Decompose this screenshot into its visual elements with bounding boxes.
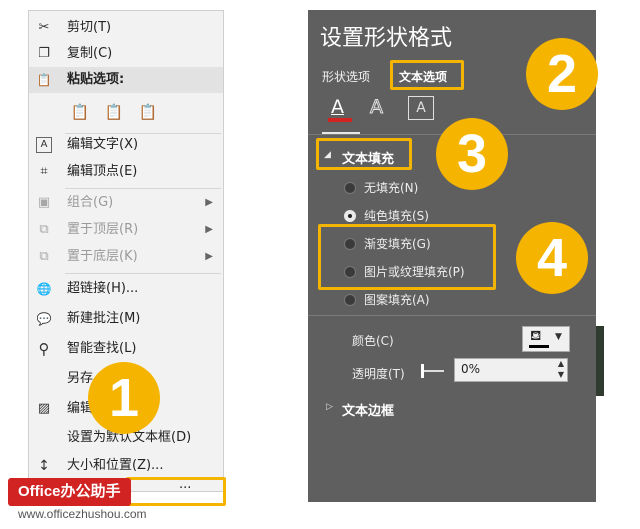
menu-item-label: 编辑文字(X) — [67, 137, 139, 152]
text-fill-outline-icon[interactable]: A — [328, 96, 352, 122]
step-badge-2: 2 — [526, 38, 598, 110]
transparency-label: 透明度(T) — [352, 367, 405, 381]
menu-item-send-to-back[interactable]: ⧉ 置于底层(K) ▶ — [29, 244, 223, 270]
transparency-slider-track[interactable] — [422, 370, 444, 372]
copy-icon: ❐ — [38, 46, 50, 61]
highlight-box-fill-options — [318, 224, 496, 290]
chevron-down-icon: ▼ — [555, 332, 562, 342]
clipboard-icon: 📋 — [36, 73, 52, 87]
menu-item-label: 置于底层(K) — [67, 249, 138, 264]
transparency-value: 0% — [461, 362, 481, 376]
submenu-arrow-icon: ▶ — [205, 251, 213, 262]
textbox-icon[interactable]: A — [408, 96, 434, 120]
radio-label: 纯色填充(S) — [364, 209, 429, 223]
menu-item-label: 编辑顶点(E) — [67, 164, 138, 179]
menu-item-copy[interactable]: ❐ 复制(C) — [29, 41, 223, 67]
transparency-input[interactable]: 0% ▲ ▼ — [454, 358, 568, 382]
paste-keep-source-icon[interactable]: 📋 — [67, 97, 93, 127]
comment-icon: 💬 — [36, 312, 52, 326]
radio-label: 图案填充(A) — [364, 293, 430, 307]
scrollbar[interactable] — [596, 326, 604, 396]
paste-picture-icon[interactable]: 📋 — [101, 97, 127, 127]
brand-logo: Office办公助手 — [8, 478, 131, 506]
highlight-box-text-fill — [316, 138, 412, 170]
radio-label: 无填充(N) — [364, 181, 419, 195]
menu-item-label: 剪切(T) — [67, 20, 112, 35]
menu-item-label: 智能查找(L) — [67, 341, 137, 356]
menu-divider — [65, 273, 221, 274]
color-label: 颜色(C) — [352, 334, 394, 348]
submenu-arrow-icon: ▶ — [205, 197, 213, 208]
panel-title: 设置形状格式 — [320, 26, 453, 51]
panel-divider — [308, 315, 596, 316]
menu-item-size-position[interactable]: ↕ 大小和位置(Z)... — [29, 453, 223, 479]
step-badge-3: 3 — [436, 118, 508, 190]
section-collapsed-icon[interactable]: ▷ — [326, 402, 333, 412]
menu-item-edit-points[interactable]: ⌗ 编辑顶点(E) — [29, 159, 223, 185]
send-back-icon: ⧉ — [39, 249, 49, 264]
menu-item-bring-to-front[interactable]: ⧉ 置于顶层(R) ▶ — [29, 217, 223, 243]
size-position-icon: ↕ — [38, 458, 50, 474]
current-color-swatch — [529, 345, 549, 348]
submenu-arrow-icon: ▶ — [205, 224, 213, 235]
menu-item-label: 新建批注(M) — [67, 311, 141, 326]
tab-shape-options[interactable]: 形状选项 — [322, 68, 370, 85]
menu-item-paste-options: 📋 粘贴选项: — [29, 67, 223, 93]
bring-front-icon: ⧉ — [39, 222, 49, 237]
menu-divider — [65, 188, 221, 189]
smart-lookup-icon: ⚲ — [38, 340, 50, 358]
menu-item-edit-text[interactable]: A 编辑文字(X) — [29, 132, 223, 158]
edit-text-icon: A — [36, 137, 52, 153]
color-picker-button[interactable]: ⛾ ▼ — [522, 326, 570, 352]
radio-solid-fill[interactable] — [344, 210, 356, 222]
menu-item-new-comment[interactable]: 💬 新建批注(M) — [29, 306, 223, 332]
scissors-icon: ✂ — [38, 20, 50, 35]
step-badge-1: 1 — [88, 362, 160, 434]
spin-up-icon[interactable]: ▲ — [558, 359, 564, 368]
menu-item-label: 大小和位置(Z)... — [67, 458, 164, 473]
edit-picture-icon: ▨ — [37, 401, 51, 416]
paste-text-only-icon[interactable]: 📋 — [135, 97, 161, 127]
menu-item-group[interactable]: ▣ 组合(G) ▶ — [29, 190, 223, 216]
radio-no-fill[interactable] — [344, 182, 356, 194]
menu-item-hyperlink[interactable]: 🌐 超链接(H)... — [29, 276, 223, 302]
menu-item-smart-lookup[interactable]: ⚲ 智能查找(L) — [29, 336, 223, 362]
edit-points-icon: ⌗ — [40, 164, 48, 179]
menu-item-cut[interactable]: ✂ 剪切(T) — [29, 15, 223, 41]
section-text-outline[interactable]: 文本边框 — [342, 400, 394, 419]
text-effects-icon[interactable]: A — [370, 96, 384, 119]
menu-item-label: 组合(G) — [67, 195, 114, 210]
menu-item-label: 超链接(H)... — [67, 281, 139, 296]
spin-down-icon[interactable]: ▼ — [558, 370, 564, 379]
site-url: www.officezhushou.com — [18, 507, 147, 521]
menu-item-label: 粘贴选项: — [67, 72, 125, 87]
menu-item-label: 复制(C) — [67, 46, 113, 61]
radio-pattern-fill[interactable] — [344, 294, 356, 306]
hyperlink-icon: 🌐 — [36, 282, 52, 296]
highlight-box-text-options — [390, 60, 464, 90]
group-icon: ▣ — [37, 195, 51, 210]
paint-bucket-icon: ⛾ — [530, 328, 542, 344]
menu-item-label: 置于顶层(R) — [67, 222, 139, 237]
step-badge-4: 4 — [516, 222, 588, 294]
transparency-slider-handle[interactable] — [421, 364, 424, 378]
highlight-box-format-shape — [126, 477, 226, 506]
